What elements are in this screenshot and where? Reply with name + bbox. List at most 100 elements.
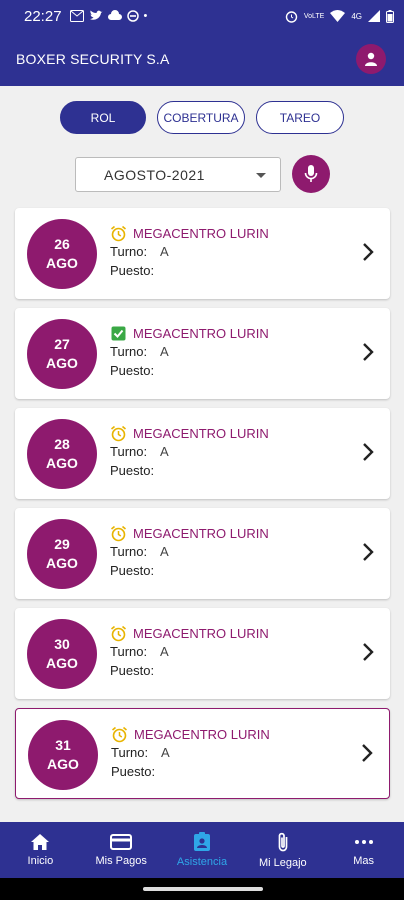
puesto-label: Puesto: bbox=[110, 363, 155, 378]
date-month: AGO bbox=[46, 655, 78, 671]
date-month: AGO bbox=[46, 355, 78, 371]
chevron-right-icon bbox=[362, 744, 373, 762]
system-icons: VoLTE 4G bbox=[285, 9, 394, 23]
app-bar: BOXER SECURITY S.A bbox=[0, 32, 404, 86]
turno-label: Turno: bbox=[110, 244, 148, 259]
date-day: 27 bbox=[54, 336, 70, 352]
turno-value: A bbox=[160, 544, 169, 559]
credit-card-icon bbox=[110, 834, 133, 850]
home-gesture-handle[interactable] bbox=[143, 887, 263, 891]
nav-inicio[interactable]: Inicio bbox=[0, 822, 81, 878]
view-tabs: ROL COBERTURA TAREO bbox=[0, 101, 404, 134]
more-horizontal-icon bbox=[354, 840, 373, 844]
date-day: 28 bbox=[54, 436, 70, 452]
voice-search-button[interactable] bbox=[292, 155, 330, 193]
nav-label: Mas bbox=[353, 855, 374, 867]
turno-label: Turno: bbox=[110, 544, 148, 559]
alarm-clock-icon bbox=[110, 625, 127, 641]
shift-card[interactable]: 29 AGO MEGACENTRO LURIN Turno: A Puesto: bbox=[15, 508, 390, 599]
alarm-clock-icon bbox=[110, 525, 127, 541]
location-name: MEGACENTRO LURIN bbox=[133, 225, 269, 241]
cloud-icon bbox=[107, 10, 122, 20]
date-badge: 28 AGO bbox=[27, 419, 97, 489]
battery-icon bbox=[386, 9, 394, 23]
location-name: MEGACENTRO LURIN bbox=[133, 325, 269, 341]
month-select[interactable]: AGOSTO-2021 bbox=[75, 157, 281, 192]
turno-label: Turno: bbox=[110, 344, 148, 359]
alarm-clock-icon bbox=[110, 225, 127, 241]
location-name: MEGACENTRO LURIN bbox=[133, 625, 269, 641]
shift-card[interactable]: 30 AGO MEGACENTRO LURIN Turno: A Puesto: bbox=[15, 608, 390, 699]
date-badge: 26 AGO bbox=[27, 219, 97, 289]
puesto-label: Puesto: bbox=[110, 463, 155, 478]
system-navigation-bar bbox=[0, 878, 404, 900]
chevron-right-icon bbox=[363, 343, 374, 361]
nav-label: Mi Legajo bbox=[258, 857, 307, 869]
nav-label: Asistencia bbox=[176, 856, 228, 868]
date-badge: 29 AGO bbox=[27, 519, 97, 589]
date-day: 30 bbox=[54, 636, 70, 652]
app-title: BOXER SECURITY S.A bbox=[16, 51, 170, 67]
check-box-icon bbox=[111, 326, 126, 340]
volte-text: VoLTE bbox=[303, 12, 325, 20]
date-month: AGO bbox=[46, 455, 78, 471]
location-name: MEGACENTRO LURIN bbox=[134, 726, 270, 742]
nav-label: Inicio bbox=[27, 855, 54, 867]
puesto-label: Puesto: bbox=[111, 764, 156, 779]
alarm-status-icon bbox=[285, 10, 298, 23]
month-select-value: AGOSTO-2021 bbox=[104, 166, 205, 183]
shift-card[interactable]: 31 AGO MEGACENTRO LURIN Turno: A Puesto: bbox=[15, 708, 390, 799]
location-name: MEGACENTRO LURIN bbox=[133, 425, 269, 441]
home-icon bbox=[31, 834, 50, 850]
notification-icons: • bbox=[69, 10, 148, 22]
turno-label: Turno: bbox=[110, 644, 148, 659]
turno-value: A bbox=[160, 444, 169, 459]
tab-tareo[interactable]: TAREO bbox=[256, 101, 344, 134]
network-type-text: 4G bbox=[351, 11, 362, 21]
profile-avatar-button[interactable] bbox=[356, 44, 386, 74]
date-month: AGO bbox=[46, 555, 78, 571]
alarm-clock-icon bbox=[111, 726, 128, 742]
person-icon bbox=[365, 52, 377, 66]
date-badge: 31 AGO bbox=[28, 720, 98, 790]
turno-value: A bbox=[161, 745, 170, 760]
turno-value: A bbox=[160, 244, 169, 259]
gmail-icon bbox=[69, 10, 84, 22]
dot-icon: • bbox=[143, 10, 148, 22]
nav-label: Mis Pagos bbox=[95, 855, 147, 867]
status-time: 22:27 bbox=[24, 7, 62, 25]
alarm-clock-icon bbox=[110, 425, 127, 441]
date-badge: 27 AGO bbox=[27, 319, 97, 389]
paperclip-icon bbox=[278, 832, 288, 852]
date-day: 31 bbox=[55, 737, 71, 753]
date-day: 26 bbox=[54, 236, 70, 252]
nav-mis-pagos[interactable]: Mis Pagos bbox=[81, 822, 162, 878]
status-bar: 22:27 • VoLTE 4G bbox=[0, 0, 404, 32]
turno-label: Turno: bbox=[110, 444, 148, 459]
date-day: 29 bbox=[54, 536, 70, 552]
shift-card[interactable]: 27 AGO MEGACENTRO LURIN Turno: A Puesto: bbox=[15, 308, 390, 399]
shift-card[interactable]: 26 AGO MEGACENTRO LURIN Turno: A Puesto: bbox=[15, 208, 390, 299]
tab-rol[interactable]: ROL bbox=[60, 101, 146, 134]
signal-icon bbox=[368, 10, 380, 22]
chevron-right-icon bbox=[363, 643, 374, 661]
location-name: MEGACENTRO LURIN bbox=[133, 525, 269, 541]
shift-card[interactable]: 28 AGO MEGACENTRO LURIN Turno: A Puesto: bbox=[15, 408, 390, 499]
turno-value: A bbox=[160, 644, 169, 659]
nav-mi-legajo[interactable]: Mi Legajo bbox=[242, 822, 323, 878]
turno-value: A bbox=[160, 344, 169, 359]
twitter-icon bbox=[89, 10, 103, 20]
dropdown-caret-icon bbox=[256, 173, 266, 178]
date-badge: 30 AGO bbox=[27, 619, 97, 689]
contact-card-icon bbox=[193, 832, 210, 851]
nav-asistencia[interactable]: Asistencia bbox=[162, 822, 243, 878]
tab-cobertura[interactable]: COBERTURA bbox=[157, 101, 245, 134]
date-month: AGO bbox=[47, 756, 79, 772]
chevron-right-icon bbox=[363, 443, 374, 461]
nav-mas[interactable]: Mas bbox=[323, 822, 404, 878]
date-month: AGO bbox=[46, 255, 78, 271]
shift-list: 26 AGO MEGACENTRO LURIN Turno: A Puesto: 2… bbox=[15, 208, 390, 808]
dnd-icon bbox=[126, 10, 139, 22]
bottom-navigation: Inicio Mis Pagos Asistencia Mi Legajo Ma… bbox=[0, 822, 404, 878]
chevron-right-icon bbox=[363, 543, 374, 561]
